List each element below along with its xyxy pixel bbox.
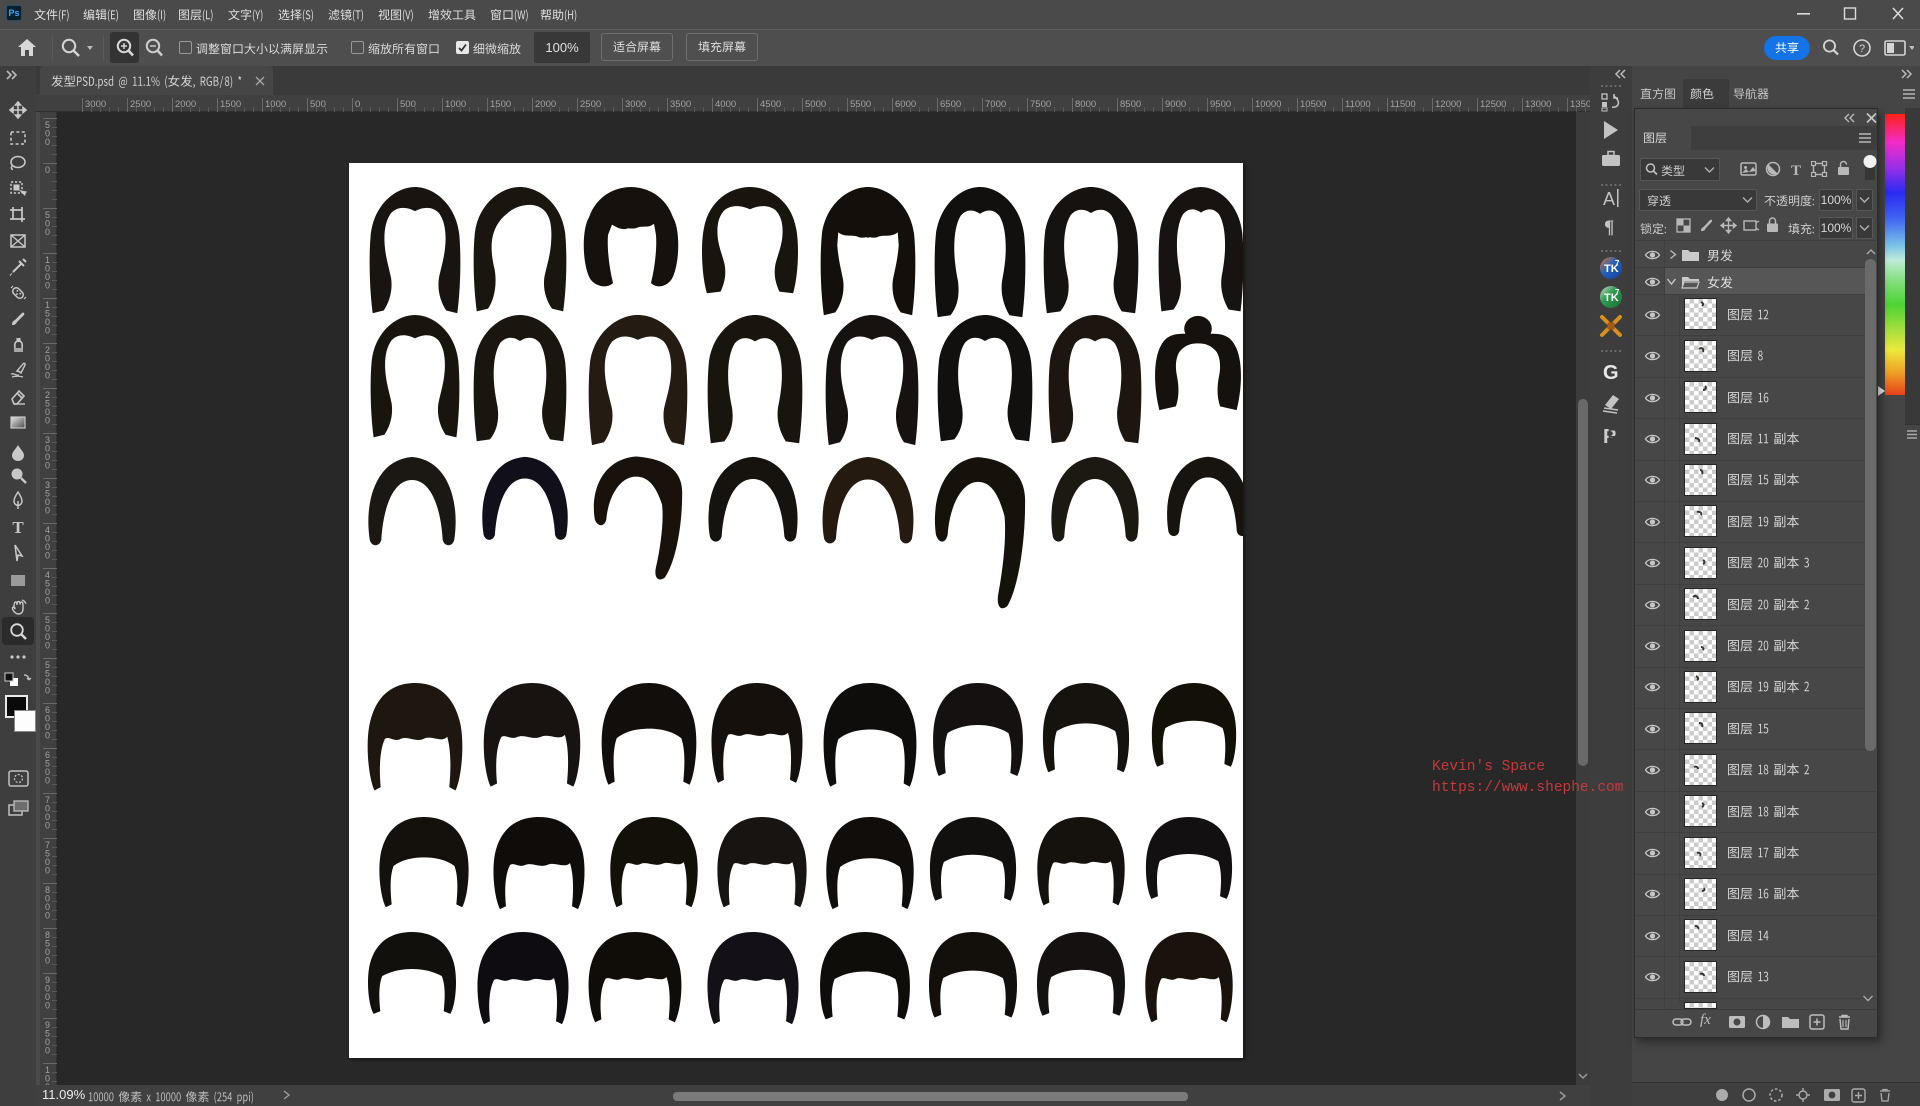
svg-text:2500: 2500 bbox=[580, 99, 601, 110]
svg-text:1000: 1000 bbox=[445, 99, 466, 110]
svg-text:5000: 5000 bbox=[805, 99, 826, 110]
svg-text:0: 0 bbox=[45, 506, 50, 516]
svg-text:4500: 4500 bbox=[760, 99, 781, 110]
svg-text:0: 0 bbox=[45, 641, 50, 651]
svg-text:G: G bbox=[1603, 362, 1619, 384]
svg-text:0: 0 bbox=[45, 821, 50, 831]
svg-text:A: A bbox=[1603, 189, 1615, 209]
svg-text:7: 7 bbox=[1615, 259, 1620, 268]
svg-text:1500: 1500 bbox=[490, 99, 511, 110]
svg-text:9500: 9500 bbox=[1210, 99, 1231, 110]
svg-text:500: 500 bbox=[310, 99, 326, 110]
svg-text:3000: 3000 bbox=[85, 99, 106, 110]
svg-text:¶: ¶ bbox=[1604, 217, 1614, 238]
svg-text:0: 0 bbox=[45, 461, 50, 471]
svg-text:0: 0 bbox=[45, 326, 50, 336]
svg-text:2000: 2000 bbox=[535, 99, 556, 110]
svg-text:0: 0 bbox=[355, 99, 360, 110]
svg-text:4000: 4000 bbox=[715, 99, 736, 110]
svg-text:8500: 8500 bbox=[1120, 99, 1141, 110]
svg-text:5500: 5500 bbox=[850, 99, 871, 110]
svg-text:0: 0 bbox=[45, 551, 50, 561]
svg-text:1500: 1500 bbox=[220, 99, 241, 110]
svg-text:7500: 7500 bbox=[1030, 99, 1051, 110]
svg-text:7000: 7000 bbox=[985, 99, 1006, 110]
svg-text:7: 7 bbox=[1615, 288, 1620, 297]
svg-text:3000: 3000 bbox=[625, 99, 646, 110]
svg-text:11500: 11500 bbox=[1390, 99, 1416, 110]
svg-text:0: 0 bbox=[45, 227, 50, 237]
svg-text:0: 0 bbox=[45, 281, 50, 291]
svg-text:9000: 9000 bbox=[1165, 99, 1186, 110]
svg-text:10500: 10500 bbox=[1300, 99, 1326, 110]
svg-text:10000: 10000 bbox=[1255, 99, 1281, 110]
svg-text:0: 0 bbox=[45, 137, 50, 147]
svg-text:T: T bbox=[12, 518, 24, 537]
svg-text:0: 0 bbox=[45, 731, 50, 741]
svg-text:2000: 2000 bbox=[175, 99, 196, 110]
svg-text:3500: 3500 bbox=[670, 99, 691, 110]
svg-text:12500: 12500 bbox=[1480, 99, 1506, 110]
svg-text:0: 0 bbox=[45, 596, 50, 606]
svg-text:P: P bbox=[1607, 426, 1620, 448]
svg-text:0: 0 bbox=[45, 911, 50, 921]
svg-text:6500: 6500 bbox=[940, 99, 961, 110]
svg-text:12000: 12000 bbox=[1435, 99, 1461, 110]
svg-text:0: 0 bbox=[45, 956, 50, 966]
svg-text:13500: 13500 bbox=[1570, 99, 1590, 110]
svg-text:6000: 6000 bbox=[895, 99, 916, 110]
svg-text:500: 500 bbox=[400, 99, 416, 110]
svg-text:0: 0 bbox=[45, 866, 50, 876]
svg-text:0: 0 bbox=[45, 165, 50, 175]
svg-text:1000: 1000 bbox=[265, 99, 286, 110]
svg-text:0: 0 bbox=[45, 686, 50, 696]
svg-text:0: 0 bbox=[45, 1046, 50, 1056]
svg-text:T: T bbox=[1791, 163, 1801, 177]
svg-text:0: 0 bbox=[45, 371, 50, 381]
svg-text:13000: 13000 bbox=[1525, 99, 1551, 110]
svg-text:8000: 8000 bbox=[1075, 99, 1096, 110]
svg-text:0: 0 bbox=[45, 776, 50, 786]
svg-text:?: ? bbox=[1859, 43, 1865, 55]
svg-text:0: 0 bbox=[45, 416, 50, 426]
svg-text:2500: 2500 bbox=[130, 99, 151, 110]
svg-text:0: 0 bbox=[45, 1001, 50, 1011]
svg-text:11000: 11000 bbox=[1345, 99, 1371, 110]
